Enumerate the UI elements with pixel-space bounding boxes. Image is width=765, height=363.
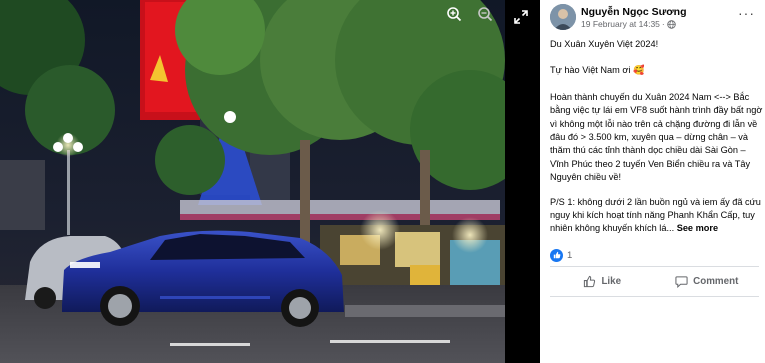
like-label: Like [601,276,622,287]
post-actions: Like Comment [550,266,759,296]
post-meta: 19 February at 14:35 · [581,19,676,29]
author-name[interactable]: Nguyễn Ngọc Sương [581,6,687,18]
see-more-link[interactable]: See more [677,223,718,233]
thumbs-up-icon [584,275,596,288]
post-paragraph: Tự hào Việt Nam ơi 🥰 [550,65,645,76]
comment-icon [675,276,688,288]
post-photo[interactable] [0,0,505,363]
post-date[interactable]: 19 February at 14:35 [581,19,660,29]
reaction-count: 1 [567,249,573,261]
zoom-in-icon [447,7,462,22]
post-paragraph-truncated: P/S 1: không dưới 2 lần buồn ngủ và iem … [550,196,763,236]
profile-photo-icon [550,4,576,30]
actions-divider [550,296,759,297]
post-header: Nguyễn Ngọc Sương 19 February at 14:35 ·… [550,4,757,34]
post-panel: Nguyễn Ngọc Sương 19 February at 14:35 ·… [540,0,765,363]
zoom-in-button[interactable] [446,6,468,28]
expand-button[interactable] [512,8,530,26]
zoom-out-icon [478,7,493,22]
night-street-car-image [0,0,505,363]
more-options-button[interactable]: ··· [738,6,755,20]
meta-separator: · [661,19,665,29]
zoom-out-button[interactable] [477,6,499,28]
post-paragraph: Du Xuân Xuyên Việt 2024! [550,39,659,49]
expand-icon [514,10,528,24]
avatar[interactable] [550,4,576,30]
post-paragraph: Hoàn thành chuyến du Xuân 2024 Nam <--> … [550,91,763,183]
comment-label: Comment [693,276,739,287]
comment-button[interactable]: Comment [655,267,760,296]
globe-icon[interactable] [667,19,676,29]
like-reaction-icon [550,248,563,262]
reaction-summary[interactable]: 1 [550,248,572,262]
viewer-sidebar-strip [505,0,540,363]
post-text: Du Xuân Xuyên Việt 2024! Tự hào Việt Nam… [550,38,763,249]
like-button[interactable]: Like [550,267,655,296]
post-paragraph: P/S 1: không dưới 2 lần buồn ngủ và iem … [550,196,761,234]
